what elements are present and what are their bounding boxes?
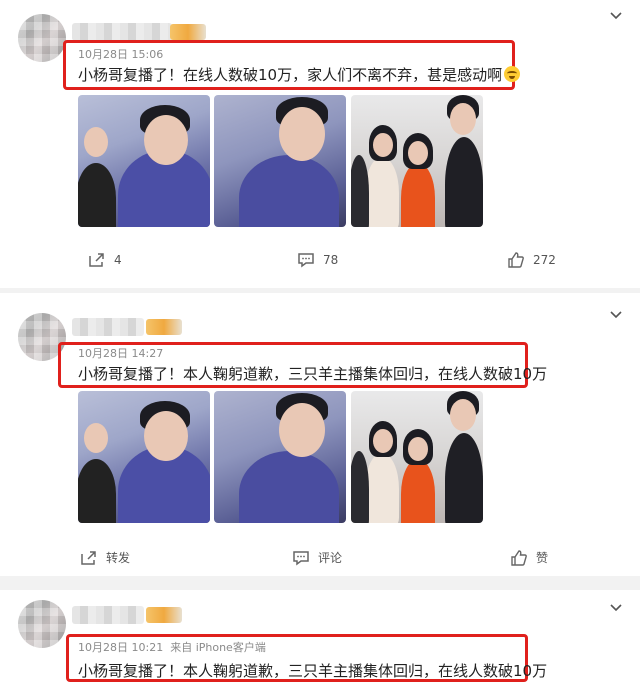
post-time: 10月28日 15:06 — [78, 48, 164, 61]
repost-label: 转发 — [106, 551, 131, 565]
post-time: 10月28日 10:21 — [78, 641, 164, 654]
thumbs-up-icon — [511, 549, 527, 566]
vip-badge — [170, 24, 206, 40]
avatar[interactable] — [18, 600, 66, 648]
comment-button[interactable]: 78 — [297, 252, 338, 268]
laughing-emoji-icon — [504, 66, 521, 82]
post-image[interactable] — [78, 95, 210, 227]
post-card[interactable]: 10月28日 10:21 来自 iPhone客户端 小杨哥复播了！本人鞠躬道歉，… — [0, 590, 640, 683]
comment-count: 78 — [323, 253, 339, 267]
repost-button[interactable]: 转发 — [80, 549, 130, 566]
share-icon — [81, 550, 96, 565]
post-meta: 10月28日 10:21 来自 iPhone客户端 — [78, 639, 266, 655]
chevron-down-icon[interactable] — [610, 12, 622, 24]
repost-count: 4 — [114, 253, 122, 267]
post-card[interactable]: 10月28日 15:06 小杨哥复播了！在线人数破10万，家人们不离不弃，甚是感… — [0, 0, 640, 288]
comment-icon — [298, 253, 314, 268]
post-source: 来自 iPhone客户端 — [170, 641, 266, 654]
post-image[interactable] — [214, 95, 346, 227]
share-icon — [89, 253, 104, 267]
post-image[interactable] — [351, 95, 483, 227]
repost-button[interactable]: 4 — [88, 252, 122, 268]
avatar[interactable] — [18, 14, 66, 62]
username-blurred[interactable] — [72, 23, 172, 41]
post-text: 小杨哥复播了！本人鞠躬道歉，三只羊主播集体回归，在线人数破10万 — [78, 662, 548, 680]
like-button[interactable]: 272 — [507, 252, 556, 268]
vip-badge — [146, 607, 182, 623]
thumbs-up-icon — [508, 252, 524, 268]
post-text: 小杨哥复播了！在线人数破10万，家人们不离不弃，甚是感动啊 — [78, 64, 521, 85]
post-time: 10月28日 14:27 — [78, 347, 164, 360]
like-label: 赞 — [536, 551, 549, 565]
comment-icon — [293, 550, 309, 565]
username-blurred[interactable] — [72, 606, 144, 624]
comment-button[interactable]: 评论 — [292, 549, 342, 566]
like-button[interactable]: 赞 — [510, 549, 548, 566]
chevron-down-icon[interactable] — [610, 311, 622, 323]
post-card[interactable]: 10月28日 14:27 小杨哥复播了！本人鞠躬道歉，三只羊主播集体回归，在线人… — [0, 293, 640, 576]
chevron-down-icon[interactable] — [610, 604, 622, 616]
post-image[interactable] — [78, 391, 210, 523]
post-image[interactable] — [214, 391, 346, 523]
vip-badge — [146, 319, 182, 335]
like-count: 272 — [533, 253, 556, 267]
username-blurred[interactable] — [72, 318, 144, 336]
weibo-feed: 10月28日 15:06 小杨哥复播了！在线人数破10万，家人们不离不弃，甚是感… — [0, 0, 640, 683]
post-image[interactable] — [351, 391, 483, 523]
post-text: 小杨哥复播了！本人鞠躬道歉，三只羊主播集体回归，在线人数破10万 — [78, 365, 548, 383]
comment-label: 评论 — [318, 551, 343, 565]
